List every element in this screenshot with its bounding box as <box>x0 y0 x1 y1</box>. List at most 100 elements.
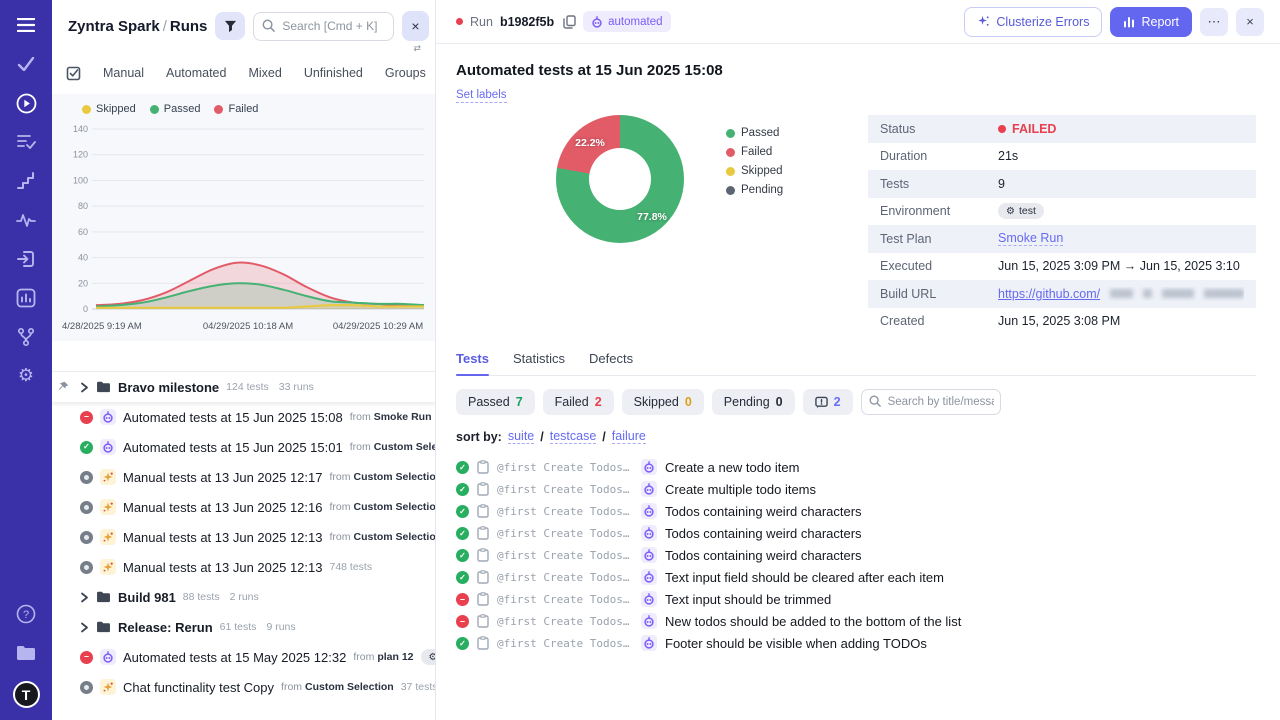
from-value[interactable]: Smoke Run <box>374 411 432 423</box>
test-row[interactable]: @first Create Todos… Create a new todo i… <box>456 456 1256 478</box>
from-value[interactable]: Custom Selection <box>353 501 435 513</box>
test-plan-link[interactable]: Smoke Run <box>998 231 1063 246</box>
test-title[interactable]: Todos containing weird characters <box>665 504 862 519</box>
report-button[interactable]: Report <box>1110 7 1192 37</box>
filter-button[interactable] <box>215 12 245 40</box>
close-detail-button[interactable]: × <box>1236 8 1264 36</box>
set-labels-link[interactable]: Set labels <box>456 89 507 103</box>
tests-search-input[interactable] <box>861 389 1001 415</box>
runs-tab[interactable]: Manual <box>92 60 155 86</box>
more-options-button[interactable]: ⋯ <box>1200 8 1228 36</box>
git-branch-icon[interactable] <box>15 326 37 348</box>
tab-tests[interactable]: Tests <box>456 351 489 375</box>
test-suite-path[interactable]: @first Create Todos… <box>497 593 633 606</box>
test-title[interactable]: Create a new todo item <box>665 460 799 475</box>
steps-icon[interactable] <box>15 170 37 192</box>
test-row[interactable]: @first Create Todos… New todos should be… <box>456 610 1256 632</box>
run-name[interactable]: Automated tests at 15 Jun 2025 15:08 <box>123 410 343 425</box>
test-row[interactable]: @first Create Todos… Text input field sh… <box>456 566 1256 588</box>
close-panel-button[interactable]: × <box>402 11 429 41</box>
comments-filter-chip[interactable]: 2 <box>803 389 853 415</box>
tab-defects[interactable]: Defects <box>589 351 633 375</box>
test-list-icon[interactable] <box>15 131 37 153</box>
test-row[interactable]: @first Create Todos… Text input should b… <box>456 588 1256 610</box>
legend-item[interactable]: Passed <box>150 103 201 115</box>
test-row[interactable]: @first Create Todos… Footer should be vi… <box>456 632 1256 654</box>
from-value[interactable]: Custom Selection <box>305 681 394 693</box>
test-title[interactable]: Create multiple todo items <box>665 482 816 497</box>
test-suite-path[interactable]: @first Create Todos… <box>497 615 633 628</box>
tasks-check-icon[interactable] <box>15 53 37 75</box>
status-filter-chip[interactable]: Failed 2 <box>543 389 614 415</box>
test-row[interactable]: @first Create Todos… Todos containing we… <box>456 522 1256 544</box>
run-list-item[interactable]: Manual tests at 13 Jun 2025 12:16 fromCu… <box>52 492 435 522</box>
import-run-icon[interactable] <box>15 248 37 270</box>
run-name[interactable]: Bravo milestone <box>118 380 219 395</box>
run-name[interactable]: Build 981 <box>118 590 176 605</box>
chevron-right-icon[interactable] <box>80 622 89 633</box>
run-list-item[interactable]: Automated tests at 15 Jun 2025 15:08 fro… <box>52 402 435 432</box>
from-value[interactable]: Custom Selection <box>353 531 435 543</box>
environment-badge[interactable]: ⚙test <box>998 203 1044 219</box>
runs-play-icon[interactable] <box>15 92 37 114</box>
run-list-item[interactable]: Bravo milestone 124 tests 33 runs ⚙ <box>52 372 435 402</box>
test-row[interactable]: @first Create Todos… Todos containing we… <box>456 544 1256 566</box>
run-list-item[interactable]: Manual tests at 13 Jun 2025 12:13 fromCu… <box>52 522 435 552</box>
test-suite-path[interactable]: @first Create Todos… <box>497 483 633 496</box>
test-title[interactable]: Todos containing weird characters <box>665 548 862 563</box>
run-name[interactable]: Manual tests at 13 Jun 2025 12:17 <box>123 470 322 485</box>
legend-item[interactable]: Failed <box>214 103 258 115</box>
run-name[interactable]: Release: Rerun <box>118 620 213 635</box>
projects-folder-icon[interactable] <box>15 642 37 664</box>
run-name[interactable]: Chat functinality test Copy <box>123 680 274 695</box>
tab-statistics[interactable]: Statistics <box>513 351 565 375</box>
build-url-link[interactable]: https://github.com/ <box>998 287 1100 301</box>
from-value[interactable]: Custom Selection <box>374 441 435 453</box>
status-filter-chip[interactable]: Passed 7 <box>456 389 535 415</box>
run-list-item[interactable]: Automated tests at 15 Jun 2025 15:01 fro… <box>52 432 435 462</box>
help-icon[interactable]: ? <box>15 603 37 625</box>
from-value[interactable]: Custom Selection <box>353 471 435 483</box>
test-title[interactable]: Footer should be visible when adding TOD… <box>665 636 927 651</box>
analytics-icon[interactable] <box>15 287 37 309</box>
run-list-item[interactable]: Chat functinality test Copy fromCustom S… <box>52 672 435 702</box>
app-logo[interactable]: T <box>13 681 40 708</box>
test-suite-path[interactable]: @first Create Todos… <box>497 527 633 540</box>
test-title[interactable]: Text input field should be cleared after… <box>665 570 944 585</box>
run-name[interactable]: Automated tests at 15 May 2025 12:32 <box>123 650 346 665</box>
test-title[interactable]: Text input should be trimmed <box>665 592 831 607</box>
breadcrumb-project[interactable]: Zyntra Spark <box>68 18 160 35</box>
test-title[interactable]: Todos containing weird characters <box>665 526 862 541</box>
run-name[interactable]: Automated tests at 15 Jun 2025 15:01 <box>123 440 343 455</box>
test-suite-path[interactable]: @first Create Todos… <box>497 549 633 562</box>
menu-icon[interactable] <box>15 14 37 36</box>
select-runs-icon[interactable] <box>66 65 82 81</box>
run-list-item[interactable]: Build 981 88 tests 2 runs ⚙ <box>52 582 435 612</box>
settings-gear-icon[interactable]: ⚙ <box>15 365 37 387</box>
chevron-right-icon[interactable] <box>80 382 89 393</box>
runs-tab[interactable]: Automated <box>155 60 237 86</box>
test-row[interactable]: @first Create Todos… Todos containing we… <box>456 500 1256 522</box>
test-suite-path[interactable]: @first Create Todos… <box>497 505 633 518</box>
run-name[interactable]: Manual tests at 13 Jun 2025 12:13 <box>123 560 322 575</box>
sort-option-link[interactable]: testcase <box>550 429 597 444</box>
runs-tab[interactable]: Mixed <box>237 60 292 86</box>
chevron-right-icon[interactable] <box>80 592 89 603</box>
test-suite-path[interactable]: @first Create Todos… <box>497 461 633 474</box>
clusterize-errors-button[interactable]: Clusterize Errors <box>964 7 1102 37</box>
sort-option-link[interactable]: failure <box>612 429 646 444</box>
status-filter-chip[interactable]: Skipped 0 <box>622 389 704 415</box>
run-list-item[interactable]: Manual tests at 13 Jun 2025 12:13 ⚙ 748 … <box>52 552 435 582</box>
run-name[interactable]: Manual tests at 13 Jun 2025 12:16 <box>123 500 322 515</box>
automated-badge[interactable]: automated <box>583 11 670 32</box>
status-filter-chip[interactable]: Pending 0 <box>712 389 795 415</box>
panel-resize-icon[interactable]: ⇄ <box>413 44 421 54</box>
run-name[interactable]: Manual tests at 13 Jun 2025 12:13 <box>123 530 322 545</box>
legend-item[interactable]: Skipped <box>82 103 136 115</box>
test-suite-path[interactable]: @first Create Todos… <box>497 637 633 650</box>
test-row[interactable]: @first Create Todos… Create multiple tod… <box>456 478 1256 500</box>
copy-icon[interactable] <box>563 15 576 29</box>
runs-tab[interactable]: Groups <box>374 60 437 86</box>
test-suite-path[interactable]: @first Create Todos… <box>497 571 633 584</box>
pulse-activity-icon[interactable] <box>15 209 37 231</box>
